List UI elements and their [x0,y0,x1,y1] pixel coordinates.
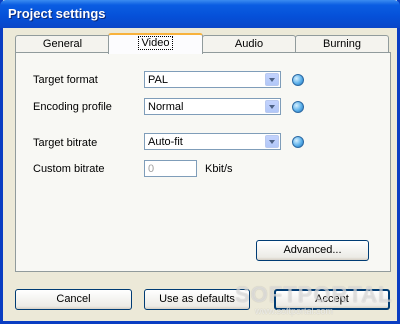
tab-general[interactable]: General [15,35,110,52]
project-settings-dialog: Project settings General Video Audio Bur… [0,0,400,324]
custom-bitrate-label: Custom bitrate [33,163,105,175]
encoding-profile-value: Normal [148,101,184,113]
encoding-profile-select[interactable]: Normal [144,98,281,115]
advanced-button[interactable]: Advanced... [256,240,369,261]
target-bitrate-help-icon[interactable] [292,136,304,148]
target-format-label: Target format [33,74,98,86]
window-title: Project settings [8,6,106,21]
custom-bitrate-unit: Kbit/s [205,163,233,175]
tab-label: Video [137,36,174,50]
tab-label: General [42,38,83,50]
cancel-button[interactable]: Cancel [15,289,132,310]
tab-label: Audio [234,38,264,50]
tab-video[interactable]: Video [108,33,203,54]
tab-burning[interactable]: Burning [295,35,389,52]
target-format-select[interactable]: PAL [144,71,281,88]
watermark-url: www.softportal.com [255,306,334,316]
encoding-profile-label: Encoding profile [33,101,112,113]
tab-label: Burning [323,38,361,50]
target-bitrate-label: Target bitrate [33,137,98,149]
watermark: SOFTPORTAL [235,282,393,307]
tab-audio[interactable]: Audio [202,35,296,52]
target-format-help-icon[interactable] [292,74,304,86]
target-format-value: PAL [148,74,168,86]
chevron-down-icon[interactable] [265,73,279,86]
custom-bitrate-input[interactable] [145,161,196,176]
chevron-down-icon[interactable] [265,135,279,148]
target-bitrate-value: Auto-fit [148,136,183,148]
target-bitrate-select[interactable]: Auto-fit [144,133,281,150]
custom-bitrate-field[interactable] [144,160,197,177]
encoding-profile-help-icon[interactable] [292,101,304,113]
title-bar[interactable]: Project settings [0,0,400,28]
chevron-down-icon[interactable] [265,100,279,113]
